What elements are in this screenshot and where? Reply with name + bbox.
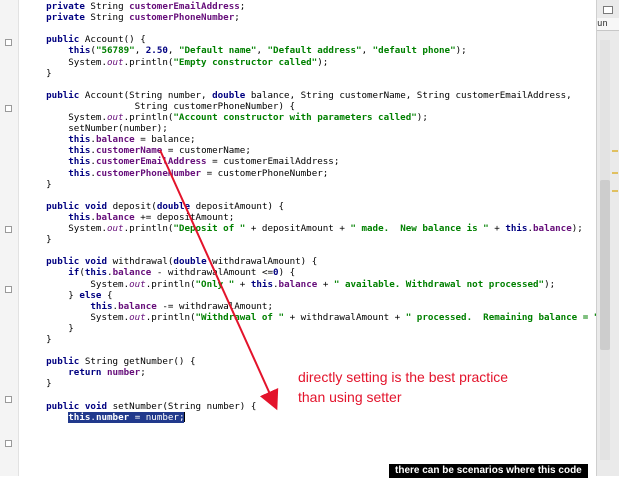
annotation-line-2: than using setter bbox=[298, 389, 402, 405]
scrollbar-thumb[interactable] bbox=[600, 180, 610, 350]
editor-scrollbar[interactable] bbox=[600, 40, 610, 460]
error-stripe-mark[interactable] bbox=[612, 150, 618, 152]
tab-partial[interactable]: un bbox=[597, 18, 619, 31]
error-stripe-mark[interactable] bbox=[612, 190, 618, 192]
annotation-text: directly setting is the best practice th… bbox=[298, 367, 508, 407]
code-editor[interactable]: private String customerEmailAddress; pri… bbox=[0, 0, 596, 476]
right-side-panel: un bbox=[596, 0, 619, 476]
annotation-line-1: directly setting is the best practice bbox=[298, 369, 509, 385]
window-icon[interactable] bbox=[603, 6, 613, 14]
error-stripe-mark[interactable] bbox=[612, 172, 618, 174]
